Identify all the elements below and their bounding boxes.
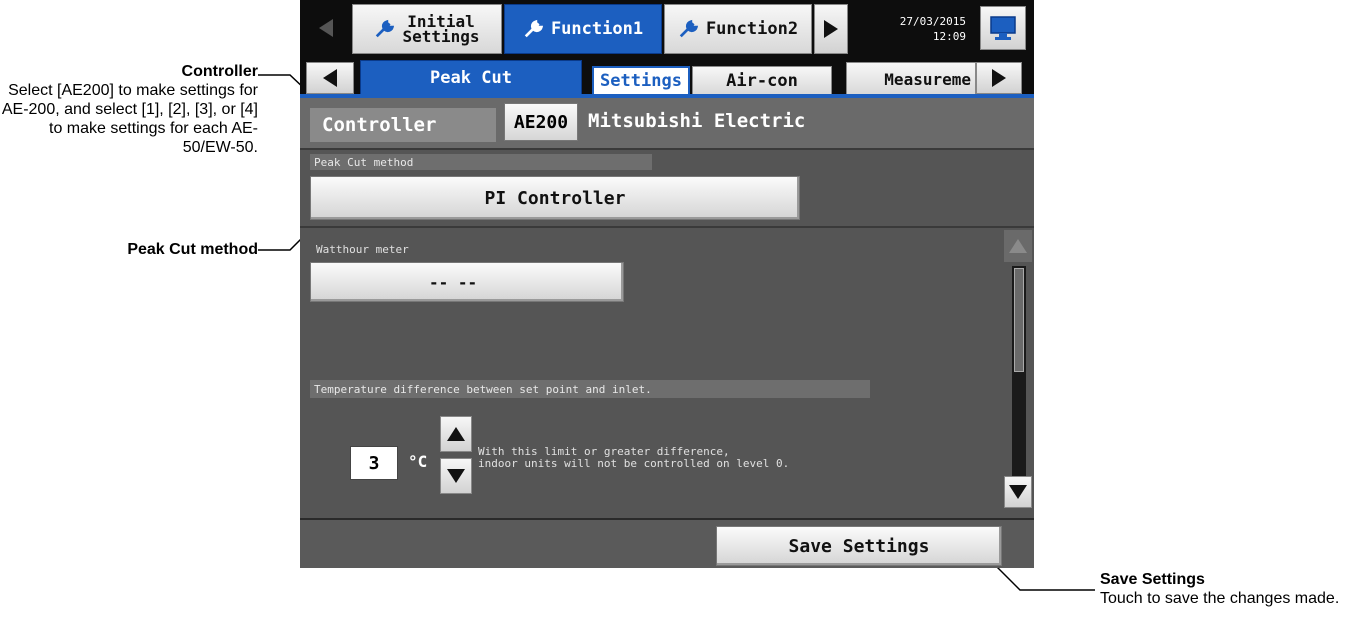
sub-prev-button[interactable] [306, 62, 354, 94]
arrow-up-icon [447, 427, 465, 441]
tab-label: Measureme [884, 69, 971, 89]
scroll-down-button[interactable] [1004, 476, 1032, 508]
wrench-icon [376, 19, 395, 38]
temp-decrease-button[interactable] [440, 458, 472, 494]
time: 12:09 [932, 30, 966, 43]
controller-name: Mitsubishi Electric [588, 110, 806, 132]
tab-label: Function1 [550, 19, 644, 39]
wrench-icon [679, 19, 699, 38]
sub-next-button[interactable] [976, 62, 1022, 94]
arrow-down-icon [1009, 485, 1027, 499]
arrow-left-icon [319, 19, 333, 37]
device-screen: Initial Settings Function1 Function2 27/… [300, 0, 1034, 568]
tab-label: Settings [600, 71, 682, 91]
divider [300, 148, 1034, 150]
tab-peak-cut[interactable]: Peak Cut [360, 60, 582, 96]
watthour-meter-button[interactable]: -- -- [310, 262, 624, 302]
tab-label: Air-con [726, 71, 798, 91]
peak-cut-method-button[interactable]: PI Controller [310, 176, 800, 220]
arrow-left-icon [323, 69, 337, 87]
monitor-button[interactable] [980, 6, 1026, 50]
tab-measurement[interactable]: Measureme [846, 62, 976, 96]
tab-function2[interactable]: Function2 [664, 4, 812, 54]
tab-label: Function2 [705, 19, 799, 39]
scrollbar-thumb[interactable] [1014, 268, 1024, 372]
temp-increase-button[interactable] [440, 416, 472, 452]
temp-diff-unit: °C [408, 452, 428, 471]
watthour-meter-label: Watthour meter [316, 243, 409, 256]
tab-settings[interactable]: Settings [592, 66, 690, 96]
top-next-button[interactable] [814, 4, 848, 54]
arrow-up-icon [1009, 239, 1027, 253]
divider [300, 226, 1034, 228]
tab-label: Initial Settings [402, 12, 480, 46]
controller-select-button[interactable]: AE200 [504, 103, 578, 141]
wrench-icon [524, 19, 544, 38]
arrow-down-icon [447, 469, 465, 483]
top-prev-button[interactable] [306, 6, 346, 50]
controller-label: Controller [310, 108, 496, 142]
arrow-right-icon [824, 20, 838, 38]
tab-aircon[interactable]: Air-con [692, 66, 832, 96]
monitor-icon [990, 16, 1016, 40]
peak-cut-method-header: Peak Cut method [310, 154, 652, 170]
tab-function1[interactable]: Function1 [504, 4, 662, 54]
temp-diff-value[interactable]: 3 [350, 446, 398, 480]
temp-diff-note: With this limit or greater difference, i… [478, 445, 790, 470]
temp-diff-header: Temperature difference between set point… [310, 380, 870, 398]
arrow-right-icon [992, 69, 1006, 87]
datetime-display: 27/03/2015 12:09 [850, 4, 972, 50]
date: 27/03/2015 [899, 15, 966, 28]
save-settings-button[interactable]: Save Settings [716, 526, 1002, 566]
scroll-up-button[interactable] [1004, 230, 1032, 262]
tab-initial-settings[interactable]: Initial Settings [352, 4, 502, 54]
tab-label: Peak Cut [430, 68, 512, 88]
